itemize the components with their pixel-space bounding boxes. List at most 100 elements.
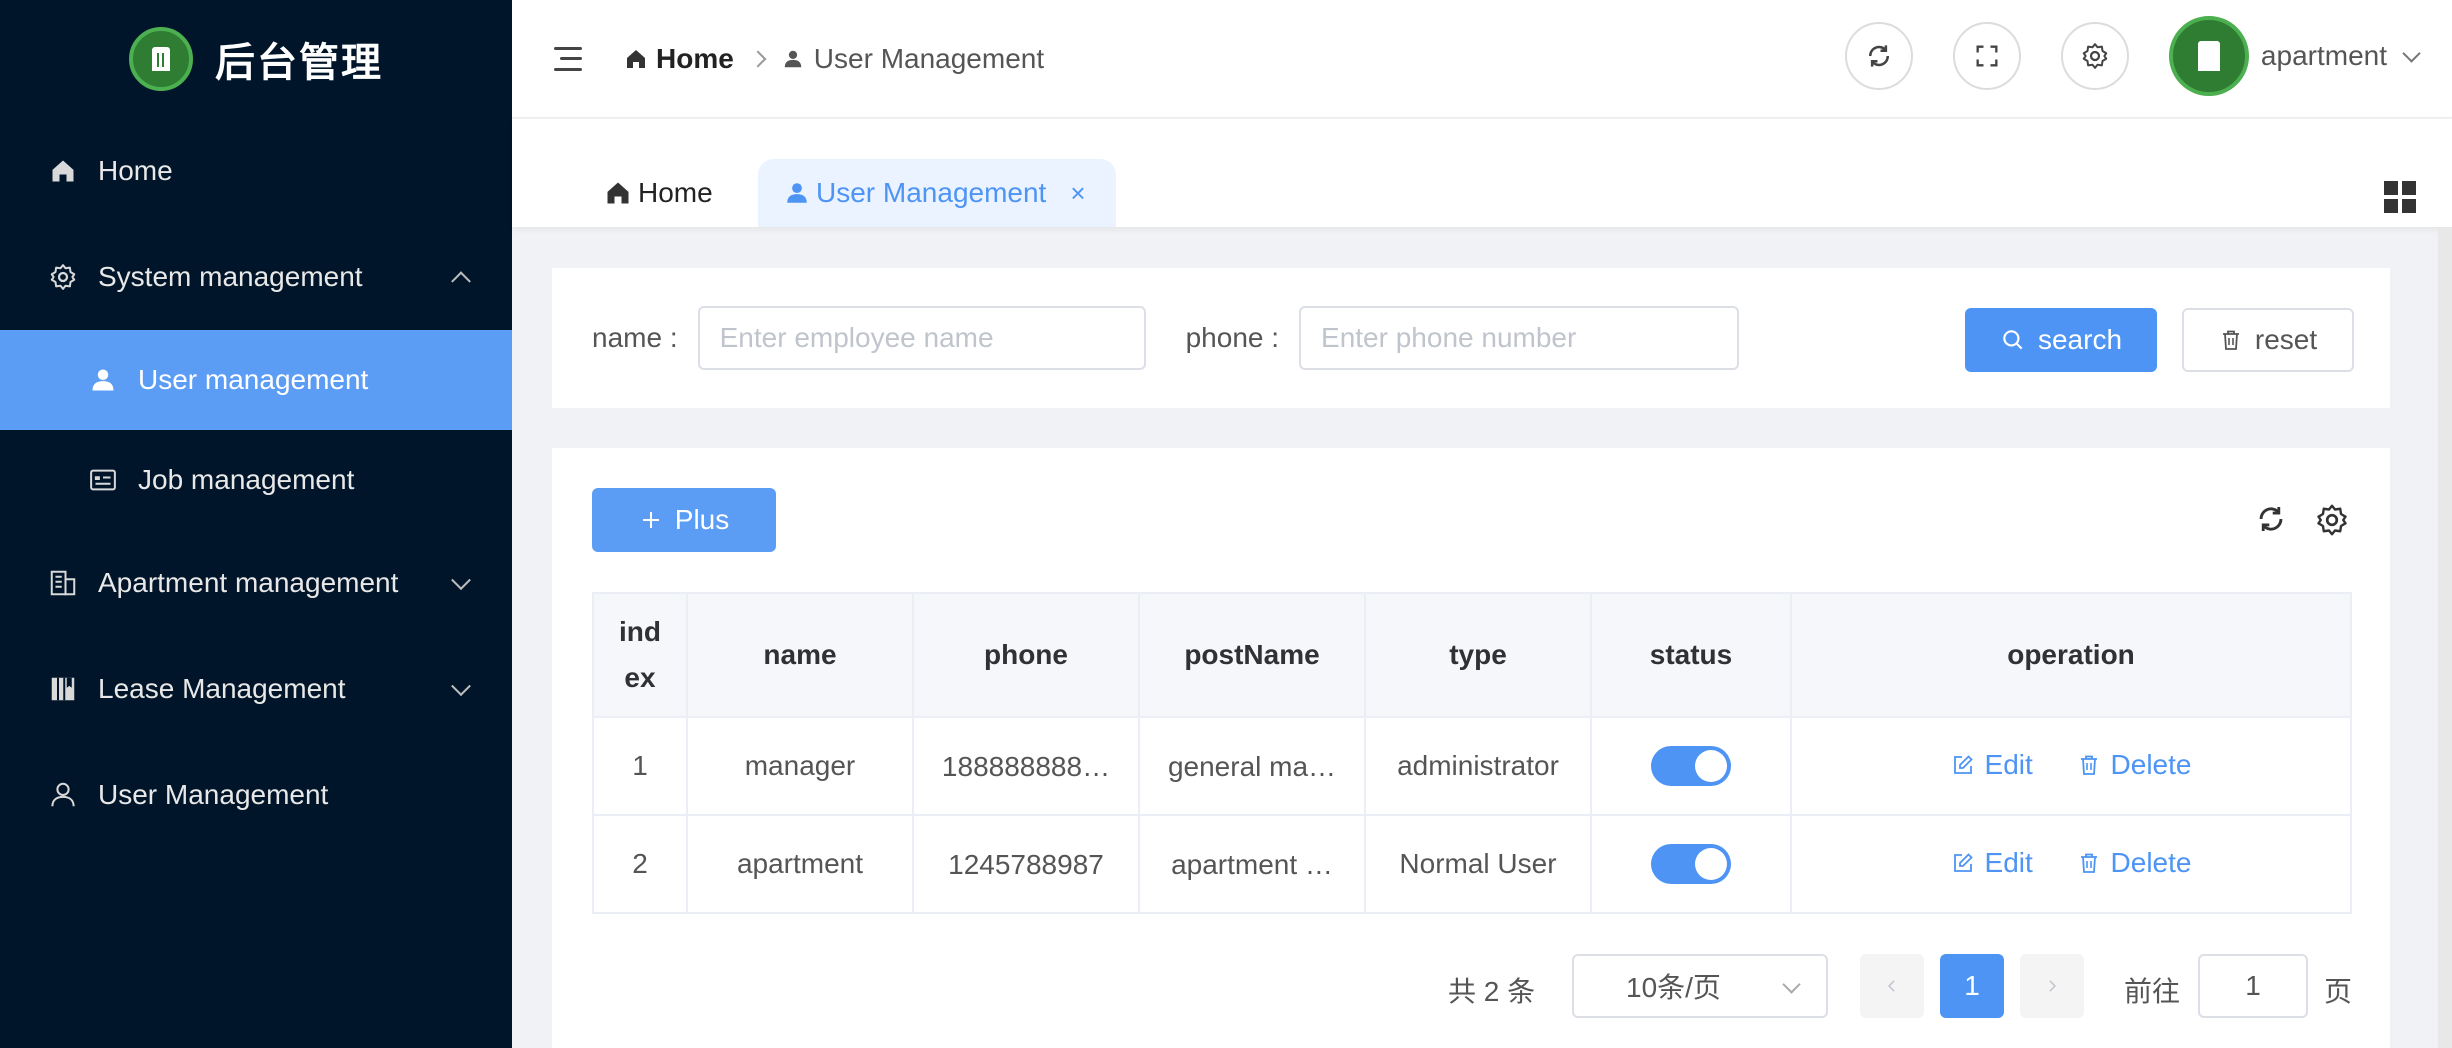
close-icon[interactable]: ×: [1070, 178, 1085, 209]
cell-type: administrator: [1364, 716, 1592, 816]
gear-icon[interactable]: [2314, 502, 2350, 538]
settings-button[interactable]: [2060, 22, 2129, 90]
cell-operation: Edit Delete: [1790, 716, 2352, 816]
page-size-value: 10条/页: [1626, 972, 1721, 1003]
chevron-down-icon[interactable]: [2402, 43, 2421, 63]
column-header-postname: postName: [1138, 592, 1366, 718]
avatar[interactable]: [2168, 16, 2249, 96]
delete-button[interactable]: Delete: [2077, 846, 2192, 879]
delete-label: Delete: [2110, 748, 2192, 780]
pagination: 共 2 条 10条/页 1 前往 1 页: [552, 954, 2390, 1018]
user-name[interactable]: apartment: [2261, 40, 2387, 72]
tab-home[interactable]: Home: [582, 159, 735, 227]
reset-button-label: reset: [2254, 324, 2318, 355]
tab-label: Home: [638, 177, 713, 208]
page-suffix: 页: [2324, 976, 2353, 1007]
refresh-icon: [1868, 45, 1889, 67]
refresh-button[interactable]: [1844, 22, 1913, 90]
breadcrumb-home-label: Home: [656, 42, 734, 74]
search-panel: name : Enter employee name phone : Enter…: [552, 268, 2390, 408]
cell-index: 1: [592, 716, 688, 816]
sidebar-subitem-user-management[interactable]: User management: [0, 330, 512, 430]
sidebar-item-label: Home: [98, 155, 173, 186]
grid-menu-icon[interactable]: [2384, 181, 2416, 213]
sidebar-item-apartment-management[interactable]: Apartment management: [0, 530, 512, 636]
table-tools: [2254, 502, 2350, 538]
name-input[interactable]: Enter employee name: [697, 306, 1146, 370]
status-toggle[interactable]: [1651, 746, 1731, 786]
cell-operation: Edit Delete: [1790, 814, 2352, 914]
goto-page-input[interactable]: 1: [2198, 954, 2308, 1018]
logo: [129, 27, 193, 91]
next-page-button[interactable]: [2020, 954, 2084, 1018]
cell-phone: 1245788987: [912, 814, 1140, 914]
building-icon: [48, 568, 78, 598]
cell-status: [1590, 814, 1792, 914]
edit-button[interactable]: Edit: [1951, 749, 2033, 781]
refresh-icon[interactable]: [2254, 502, 2288, 536]
table-row: 2 apartment 1245788987 apartment … Norma…: [592, 814, 2352, 914]
goto-label: 前往: [2124, 976, 2181, 1007]
home-icon: [627, 49, 645, 68]
reset-button[interactable]: reset: [2182, 308, 2354, 372]
user-table: ind ex name phone postName type status op…: [592, 592, 2352, 914]
chevron-left-icon: [1887, 980, 1895, 992]
cell-name: apartment: [686, 814, 914, 914]
column-header-index: ind ex: [592, 592, 688, 718]
home-icon: [48, 156, 78, 186]
menu-toggle-icon[interactable]: [554, 46, 582, 71]
column-header-type: type: [1364, 592, 1592, 718]
add-user-button[interactable]: Plus: [592, 488, 776, 552]
edit-icon: [1953, 852, 1973, 872]
trash-icon: [2222, 330, 2239, 350]
sidebar-item-lease-management[interactable]: Lease Management: [0, 636, 512, 742]
brand: 后台管理: [0, 0, 512, 118]
sidebar: 后台管理 Home System management User managem…: [0, 0, 512, 1048]
phone-text: 188888888…: [941, 750, 1111, 782]
name-label: name :: [592, 322, 678, 353]
breadcrumb-home[interactable]: Home: [624, 43, 734, 75]
user-outline-icon: [48, 780, 78, 810]
edit-icon: [1953, 754, 1973, 774]
sidebar-item-system-management[interactable]: System management: [0, 224, 512, 330]
trash-icon: [2080, 853, 2097, 873]
cell-status: [1590, 716, 1792, 816]
search-button-label: search: [2037, 324, 2123, 355]
trash-icon: [2080, 755, 2097, 775]
tab-user-management[interactable]: User Management ×: [758, 159, 1116, 227]
cell-index: 2: [592, 814, 688, 914]
search-button[interactable]: search: [1965, 308, 2157, 372]
column-header-name: name: [686, 592, 914, 718]
scrollbar[interactable]: [2438, 227, 2452, 1048]
status-toggle[interactable]: [1651, 844, 1731, 884]
gear-icon: [2082, 43, 2108, 69]
breadcrumb: Home User Management: [624, 43, 1044, 75]
page-number-button[interactable]: 1: [1940, 954, 2004, 1018]
page-size-select[interactable]: 10条/页: [1572, 954, 1828, 1018]
delete-label: Delete: [2110, 846, 2192, 878]
sidebar-item-label: System management: [98, 261, 363, 292]
sidebar-item-user-management[interactable]: User Management: [0, 742, 512, 848]
cell-type: Normal User: [1364, 814, 1592, 914]
id-card-icon: [88, 465, 118, 495]
breadcrumb-current-label: User Management: [813, 42, 1045, 74]
book-icon: [48, 674, 78, 704]
table-header-row: ind ex name phone postName type status op…: [592, 592, 2352, 718]
prev-page-button[interactable]: [1860, 954, 1924, 1018]
user-icon: [787, 183, 807, 203]
sidebar-item-home[interactable]: Home: [0, 118, 512, 224]
tab-label: User Management: [816, 177, 1047, 208]
chevron-up-icon: [451, 271, 471, 292]
top-header: Home User Management apartment: [512, 0, 2452, 118]
header-actions: apartment: [1805, 16, 2421, 96]
delete-button[interactable]: Delete: [2077, 748, 2192, 781]
cell-postname: general ma…: [1138, 716, 1366, 816]
table-panel: Plus ind ex name phone postName type stat…: [552, 448, 2390, 1048]
table-row: 1 manager 188888888… general ma… adminis…: [592, 716, 2352, 816]
sidebar-item-label: User management: [138, 364, 369, 395]
sidebar-subitem-job-management[interactable]: Job management: [0, 430, 512, 530]
edit-button[interactable]: Edit: [1951, 847, 2033, 879]
sidebar-item-label: Apartment management: [98, 567, 399, 598]
phone-input[interactable]: Enter phone number: [1299, 306, 1740, 370]
fullscreen-button[interactable]: [1952, 22, 2021, 90]
